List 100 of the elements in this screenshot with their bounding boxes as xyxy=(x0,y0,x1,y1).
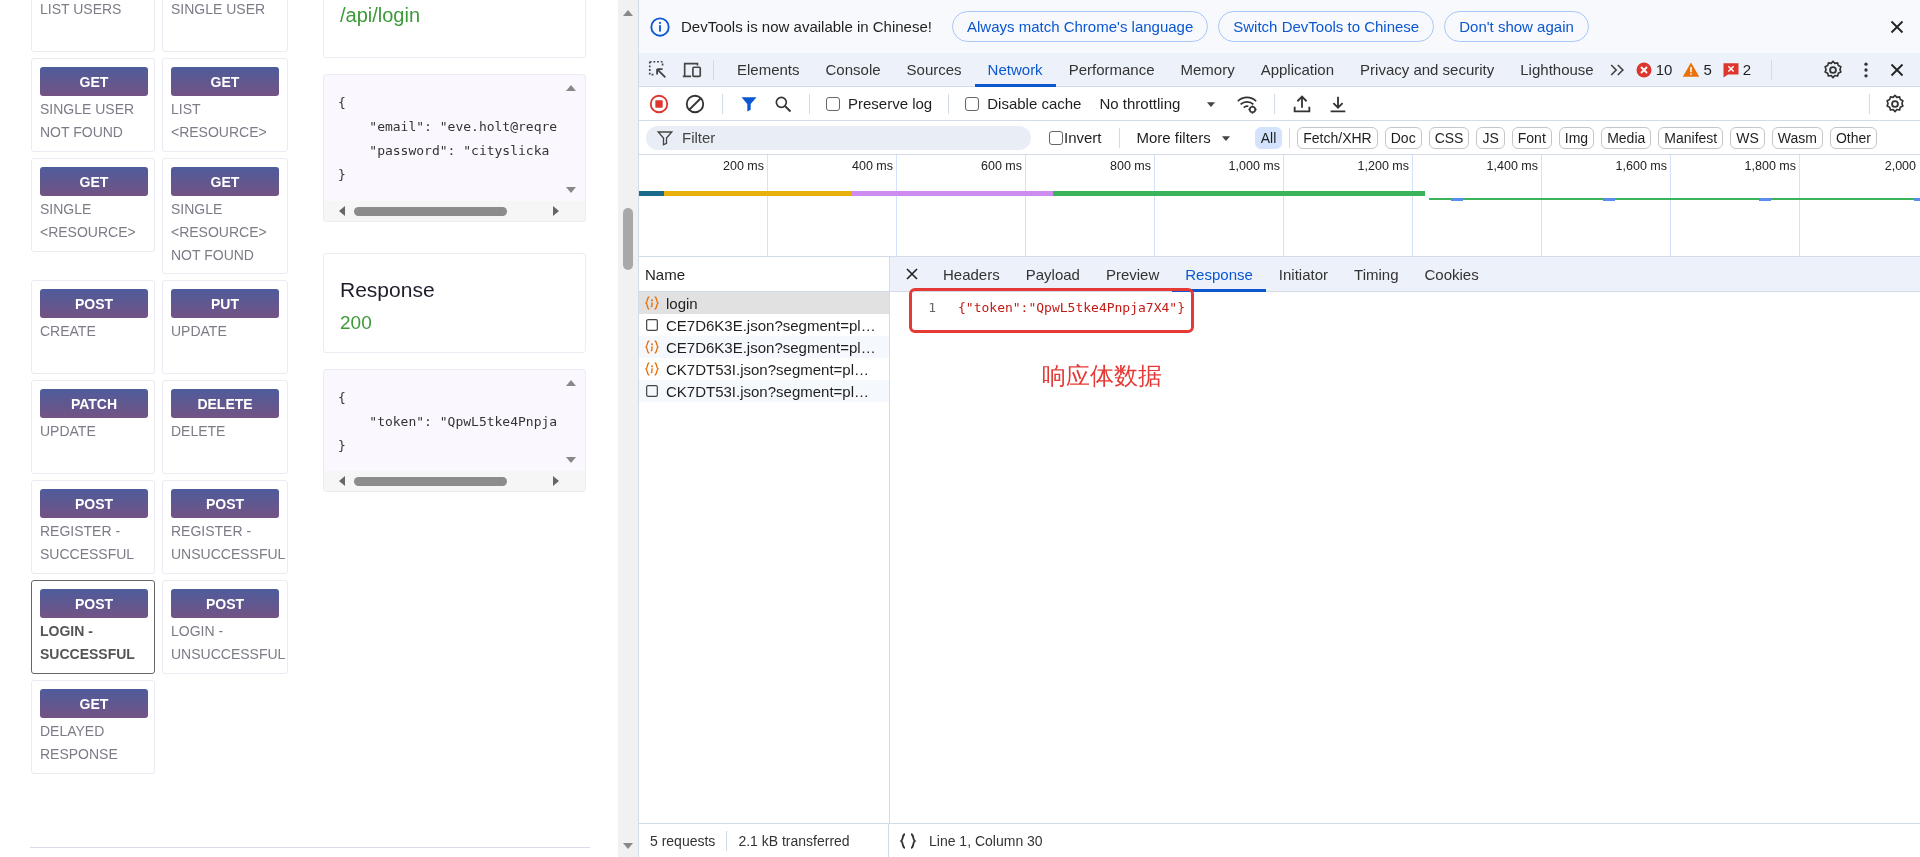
more-filters-dropdown[interactable]: More filters xyxy=(1132,129,1237,146)
type-filter-chip[interactable]: All xyxy=(1254,126,1283,149)
detail-tab[interactable]: Initiator xyxy=(1265,256,1342,292)
endpoint-card[interactable]: GET SINGLE USER NOT FOUND xyxy=(31,58,155,152)
type-filter-chip[interactable]: Wasm xyxy=(1771,126,1823,149)
method-button[interactable]: PATCH xyxy=(40,389,148,418)
endpoint-card[interactable]: GET DELAYED RESPONSE xyxy=(31,680,155,774)
endpoint-card[interactable]: GET SINGLE <RESOURCE> xyxy=(31,158,155,252)
panel-tab[interactable]: Memory xyxy=(1167,52,1248,87)
type-filter-chip[interactable]: Other xyxy=(1829,126,1877,149)
endpoint-label: SINGLE USER xyxy=(171,0,267,19)
issue-count: 2 xyxy=(1742,61,1752,78)
endpoint-label: UPDATE xyxy=(40,422,97,441)
method-button[interactable]: GET xyxy=(40,167,148,196)
endpoint-url: /api/login xyxy=(323,0,586,58)
endpoint-card[interactable]: GET SINGLE <RESOURCE> NOT FOUND xyxy=(162,158,288,274)
type-filter-chip[interactable]: Media xyxy=(1601,126,1652,149)
pretty-print-icon[interactable] xyxy=(899,831,917,850)
scrollbar-thumb[interactable] xyxy=(354,476,507,486)
endpoint-card[interactable]: POST LOGIN - SUCCESSFUL xyxy=(31,580,155,674)
method-button[interactable]: PUT xyxy=(171,289,279,318)
endpoint-card[interactable]: PUT UPDATE xyxy=(162,280,288,374)
request-row[interactable]: CE7D6K3E.json?segment=pl… xyxy=(639,314,889,336)
warning-icon xyxy=(1682,60,1701,79)
panel-tab[interactable]: Application xyxy=(1247,52,1348,87)
cursor-position: Line 1, Column 30 xyxy=(929,832,1043,849)
time-tick-label: 2,000 xyxy=(1883,158,1917,175)
endpoint-label: DELETE xyxy=(171,422,227,441)
response-code: {"token":"QpwL5tke4Pnpja7X4"} xyxy=(958,300,1185,315)
request-row[interactable]: CK7DT53I.json?segment=pl… xyxy=(639,358,889,380)
endpoint-card[interactable]: DELETE DELETE xyxy=(162,380,288,474)
scrollbar-thumb[interactable] xyxy=(354,206,507,216)
detail-tab[interactable]: Payload xyxy=(1012,256,1093,292)
throttling-dropdown[interactable]: No throttling xyxy=(1095,95,1223,112)
response-title: Response xyxy=(340,278,436,302)
method-button[interactable]: DELETE xyxy=(171,389,279,418)
inspect-icon[interactable] xyxy=(647,58,669,81)
checkbox[interactable] xyxy=(965,96,980,111)
detail-tab[interactable]: Timing xyxy=(1341,256,1412,292)
method-button[interactable]: POST xyxy=(40,589,148,618)
clear-icon[interactable] xyxy=(684,92,706,115)
settings-icon[interactable] xyxy=(1822,58,1844,81)
endpoint-card[interactable]: POST REGISTER - UNSUCCESSFUL xyxy=(162,480,288,574)
code-line: } xyxy=(338,437,347,455)
request-row[interactable]: CE7D6K3E.json?segment=pl… xyxy=(639,336,889,358)
issue-icon xyxy=(1721,60,1740,79)
endpoint-label: REGISTER - UNSUCCESSFUL xyxy=(171,522,287,564)
method-button[interactable]: GET xyxy=(40,689,148,718)
code-line: "password": "cityslicka xyxy=(368,142,551,160)
detail-tab[interactable]: Preview xyxy=(1092,256,1173,292)
method-button[interactable]: GET xyxy=(171,67,279,96)
method-button[interactable]: POST xyxy=(171,589,279,618)
fetch-request-icon xyxy=(644,339,660,355)
checkbox[interactable] xyxy=(826,96,840,111)
type-filter-chip[interactable]: JS xyxy=(1476,126,1505,149)
type-filter-chip[interactable]: Img xyxy=(1558,126,1595,149)
panel-tab[interactable]: Lighthouse xyxy=(1507,52,1607,87)
type-filter-chip[interactable]: Manifest xyxy=(1658,126,1724,149)
request-count: 5 requests xyxy=(650,832,716,849)
type-filter-chip[interactable]: Font xyxy=(1511,126,1552,149)
detail-tab[interactable]: Headers xyxy=(930,256,1013,292)
detail-tab[interactable]: Cookies xyxy=(1411,256,1492,292)
annotation-text: 响应体数据 xyxy=(1042,361,1162,391)
endpoint-label: SINGLE <RESOURCE> NOT FOUND xyxy=(171,200,268,265)
settings-icon[interactable] xyxy=(1884,92,1906,115)
checkbox[interactable] xyxy=(1049,130,1063,145)
endpoint-card[interactable]: POST LOGIN - UNSUCCESSFUL xyxy=(162,580,288,674)
panel-tab[interactable]: Elements xyxy=(724,52,813,87)
scrollbar-thumb[interactable] xyxy=(623,207,633,270)
panel-tab[interactable]: Console xyxy=(812,52,894,87)
code-line: { xyxy=(338,389,347,407)
endpoint-card[interactable]: LIST USERS xyxy=(31,0,155,52)
panel-tab[interactable]: Sources xyxy=(893,52,975,87)
code-line: { xyxy=(338,94,347,112)
method-button[interactable]: POST xyxy=(40,489,148,518)
method-button[interactable]: POST xyxy=(40,289,148,318)
filter-field[interactable]: Filter xyxy=(646,125,1031,150)
detail-tab[interactable]: Response xyxy=(1172,256,1266,292)
type-filter-chip[interactable]: WS xyxy=(1730,126,1765,149)
endpoint-card[interactable]: PATCH UPDATE xyxy=(31,380,155,474)
endpoint-label: SINGLE <RESOURCE> xyxy=(40,200,137,242)
endpoint-card[interactable]: POST REGISTER - SUCCESSFUL xyxy=(31,480,155,574)
type-filter-chip[interactable]: Doc xyxy=(1384,126,1422,149)
checkbox-label: Invert xyxy=(1064,129,1102,146)
endpoint-label: SINGLE USER NOT FOUND xyxy=(40,100,136,142)
type-filter-chip[interactable]: CSS xyxy=(1428,126,1470,149)
endpoint-card[interactable]: POST CREATE xyxy=(31,280,155,374)
endpoint-card[interactable]: GET LIST <RESOURCE> xyxy=(162,58,288,152)
endpoint-label: LOGIN - UNSUCCESSFUL xyxy=(171,622,287,664)
stop-recording-icon[interactable] xyxy=(648,92,670,115)
type-filter-chip[interactable]: Fetch/XHR xyxy=(1297,126,1378,149)
method-button[interactable]: POST xyxy=(171,489,279,518)
request-row[interactable]: CK7DT53I.json?segment=pl… xyxy=(639,380,889,402)
method-button[interactable]: GET xyxy=(40,67,148,96)
method-button[interactable]: GET xyxy=(171,167,279,196)
endpoint-card[interactable]: SINGLE USER xyxy=(162,0,288,52)
panel-tab[interactable]: Network xyxy=(974,52,1056,87)
panel-tab[interactable]: Privacy and security xyxy=(1347,52,1508,87)
panel-tab[interactable]: Performance xyxy=(1055,52,1168,87)
request-row[interactable]: login xyxy=(639,292,889,314)
